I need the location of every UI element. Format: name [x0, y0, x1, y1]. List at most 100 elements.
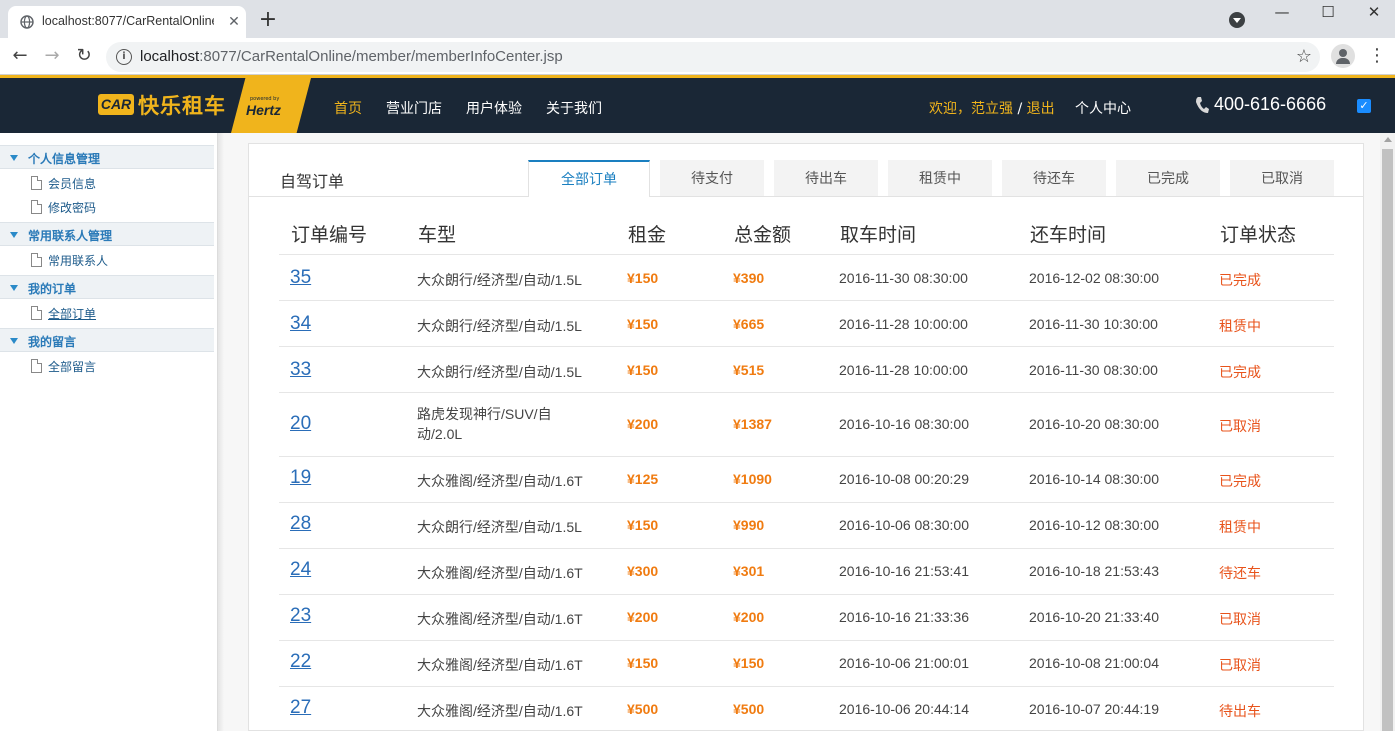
return-time: 2016-10-08 21:00:04 — [1029, 655, 1159, 671]
order-status: 已取消 — [1219, 419, 1261, 435]
nav-experience[interactable]: 用户体验 — [466, 98, 522, 118]
sidebar-group-label: 我的订单 — [28, 282, 77, 296]
return-time: 2016-10-07 20:44:19 — [1029, 701, 1159, 717]
back-icon[interactable]: ← — [8, 45, 32, 67]
table-row: 34 大众朗行/经济型/自动/1.5L ¥150 ¥665 2016-11-28… — [279, 300, 1334, 346]
sidebar-item-member-info[interactable]: 会员信息 — [0, 171, 214, 195]
tab-pending-payment[interactable]: 待支付 — [660, 160, 764, 196]
welcome-user[interactable]: 欢迎，范立强 — [929, 101, 1013, 117]
triangle-down-icon — [10, 285, 18, 291]
scroll-up-arrow-icon[interactable] — [1384, 137, 1392, 142]
sidebar-item-all-messages[interactable]: 全部留言 — [0, 354, 214, 378]
order-id-link[interactable]: 20 — [290, 413, 311, 435]
account-icon[interactable] — [1331, 44, 1355, 68]
sidebar-item-all-orders[interactable]: 全部订单 — [0, 301, 214, 325]
tab-search-icon[interactable] — [1229, 12, 1245, 28]
rent-amount: ¥200 — [627, 609, 659, 625]
table-row: 27 大众雅阁/经济型/自动/1.6T ¥500 ¥500 2016-10-06… — [279, 686, 1334, 732]
total-amount: ¥200 — [733, 609, 765, 625]
tab-cancelled[interactable]: 已取消 — [1230, 160, 1334, 196]
panel-title: 自驾订单 — [280, 172, 345, 191]
browser-tab[interactable]: localhost:8077/CarRentalOnline ✕ — [8, 6, 246, 38]
rent-amount: ¥150 — [627, 517, 659, 533]
table-row: 19 大众雅阁/经济型/自动/1.6T ¥125 ¥1090 2016-10-0… — [279, 456, 1334, 502]
tab-awaiting-return[interactable]: 待还车 — [1002, 160, 1106, 196]
order-id-link[interactable]: 19 — [290, 467, 311, 489]
return-time: 2016-10-14 08:30:00 — [1029, 471, 1159, 487]
nav-home[interactable]: 首页 — [334, 98, 362, 118]
total-amount: ¥665 — [733, 316, 765, 332]
car-model: 路虎发现神行/SUV/自动/2.0L — [417, 406, 552, 442]
tab-all-orders[interactable]: 全部订单 — [528, 160, 650, 197]
pickup-time: 2016-11-30 08:30:00 — [839, 270, 968, 286]
new-tab-button[interactable]: + — [256, 9, 280, 33]
sidebar-item-contacts[interactable]: 常用联系人 — [0, 248, 214, 272]
reload-icon[interactable]: ↻ — [72, 45, 96, 67]
address-bar-row: ← → ↻ i localhost:8077/CarRentalOnline/m… — [0, 38, 1395, 75]
order-id-link[interactable]: 33 — [290, 359, 311, 381]
column-header-pickup-time: 取车时间 — [840, 224, 917, 246]
close-icon[interactable]: ✕ — [226, 14, 242, 30]
tabs-underline — [249, 196, 1363, 197]
personal-center-link[interactable]: 个人中心 — [1075, 98, 1131, 118]
sidebar-group-label: 常用联系人管理 — [28, 229, 113, 243]
sidebar-item-change-password[interactable]: 修改密码 — [0, 195, 214, 219]
logo-car-mark[interactable]: CAR — [98, 94, 134, 115]
sidebar-item-label: 常用联系人 — [48, 254, 109, 268]
column-header-model: 车型 — [418, 224, 457, 246]
pickup-time: 2016-11-28 10:00:00 — [839, 362, 968, 378]
logo-text[interactable]: 快乐租车 — [138, 90, 226, 120]
kebab-menu-icon[interactable]: ⋮ — [1368, 46, 1386, 68]
column-header-return-time: 还车时间 — [1030, 224, 1107, 246]
order-status: 租赁中 — [1219, 520, 1261, 536]
tab-awaiting-pickup[interactable]: 待出车 — [774, 160, 878, 196]
return-time: 2016-11-30 10:30:00 — [1029, 316, 1158, 332]
sidebar-group-profile[interactable]: 个人信息管理 — [0, 145, 214, 169]
pickup-time: 2016-10-16 08:30:00 — [839, 416, 969, 432]
sidebar-item-label: 修改密码 — [48, 201, 97, 215]
order-id-link[interactable]: 22 — [290, 651, 311, 673]
checkbox-icon[interactable]: ✓ — [1357, 99, 1371, 113]
order-status: 已取消 — [1219, 658, 1261, 674]
tab-completed[interactable]: 已完成 — [1116, 160, 1220, 196]
order-id-link[interactable]: 35 — [290, 267, 311, 289]
tab-renting[interactable]: 租赁中 — [888, 160, 992, 196]
order-status: 已完成 — [1219, 365, 1261, 381]
sidebar-group-orders[interactable]: 我的订单 — [0, 275, 214, 299]
order-id-link[interactable]: 27 — [290, 697, 311, 719]
bookmark-star-icon[interactable]: ☆ — [1296, 46, 1312, 67]
order-status: 租赁中 — [1219, 319, 1261, 335]
maximize-button[interactable]: ☐ — [1305, 0, 1351, 28]
car-model: 大众朗行/经济型/自动/1.5L — [417, 318, 582, 334]
order-id-link[interactable]: 34 — [290, 313, 311, 335]
sidebar-group-messages[interactable]: 我的留言 — [0, 328, 214, 352]
logout-link[interactable]: 退出 — [1027, 101, 1055, 117]
order-id-link[interactable]: 28 — [290, 513, 311, 535]
total-amount: ¥390 — [733, 270, 765, 286]
nav-stores[interactable]: 营业门店 — [386, 98, 442, 118]
pickup-time: 2016-10-06 08:30:00 — [839, 517, 969, 533]
welcome-text: 欢迎，范立强 / 退出 — [929, 98, 1055, 118]
return-time: 2016-11-30 08:30:00 — [1029, 362, 1158, 378]
window-close-button[interactable]: ✕ — [1351, 0, 1395, 28]
document-icon — [31, 176, 42, 190]
pickup-time: 2016-10-16 21:53:41 — [839, 563, 969, 579]
scrollbar-thumb[interactable] — [1382, 149, 1393, 731]
table-row: 33 大众朗行/经济型/自动/1.5L ¥150 ¥515 2016-11-28… — [279, 346, 1334, 392]
order-id-link[interactable]: 24 — [290, 559, 311, 581]
order-id-link[interactable]: 23 — [290, 605, 311, 627]
minimize-button[interactable]: — — [1259, 0, 1305, 28]
forward-icon[interactable]: → — [40, 45, 64, 67]
site-header: CAR 快乐租车 powered by Hertz 首页 营业门店 用户体验 关… — [0, 75, 1395, 133]
info-icon[interactable]: i — [116, 49, 132, 65]
nav-about[interactable]: 关于我们 — [546, 98, 602, 118]
rent-amount: ¥150 — [627, 316, 659, 332]
car-model: 大众雅阁/经济型/自动/1.6T — [417, 657, 583, 673]
total-amount: ¥500 — [733, 701, 765, 717]
url-bar[interactable]: i localhost:8077/CarRentalOnline/member/… — [106, 42, 1320, 72]
rent-amount: ¥300 — [627, 563, 659, 579]
url-text[interactable]: localhost:8077/CarRentalOnline/member/me… — [140, 48, 563, 65]
sidebar-group-contacts[interactable]: 常用联系人管理 — [0, 222, 214, 246]
page-scrollbar[interactable] — [1380, 133, 1395, 731]
car-model: 大众雅阁/经济型/自动/1.6T — [417, 473, 583, 489]
